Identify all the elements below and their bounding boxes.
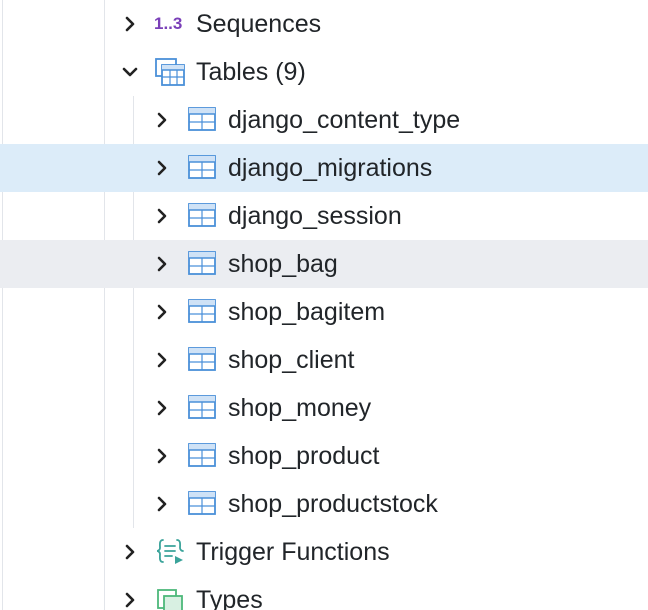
table-icon — [188, 203, 216, 227]
tree-node-label: shop_bag — [228, 250, 338, 278]
chevron-right-icon[interactable] — [152, 110, 172, 130]
tree-node-table[interactable]: django_migrations — [0, 144, 648, 192]
tree-node-label: django_migrations — [228, 154, 433, 182]
tree-node-table[interactable]: shop_client — [0, 336, 648, 384]
tree-node-label: shop_money — [228, 394, 372, 422]
chevron-right-icon[interactable] — [152, 446, 172, 466]
tree-node-label: shop_productstock — [228, 490, 438, 518]
tree-node-label: django_content_type — [228, 106, 461, 134]
tree-node-label: Trigger Functions — [196, 538, 390, 566]
table-icon — [188, 155, 216, 179]
tree-node-table[interactable]: django_content_type — [0, 96, 648, 144]
tree-node-sequences[interactable]: 1..3 Sequences — [0, 0, 648, 48]
table-icon — [188, 443, 216, 467]
chevron-right-icon[interactable] — [120, 590, 140, 610]
tree-node-label: Tables (9) — [196, 58, 306, 86]
tree-node-table[interactable]: shop_product — [0, 432, 648, 480]
chevron-right-icon[interactable] — [152, 254, 172, 274]
chevron-right-icon[interactable] — [152, 350, 172, 370]
tree-node-label: Sequences — [196, 10, 322, 38]
chevron-right-icon[interactable] — [120, 14, 140, 34]
chevron-right-icon[interactable] — [152, 494, 172, 514]
tree-node-table[interactable]: shop_bag — [0, 240, 648, 288]
table-icon — [188, 251, 216, 275]
tree-node-trigger-functions[interactable]: Trigger Functions — [0, 528, 648, 576]
chevron-down-icon[interactable] — [120, 62, 140, 82]
tree-node-label: shop_product — [228, 442, 380, 470]
chevron-right-icon[interactable] — [152, 398, 172, 418]
chevron-right-icon[interactable] — [152, 206, 172, 226]
chevron-right-icon[interactable] — [152, 158, 172, 178]
tree-node-table[interactable]: shop_money — [0, 384, 648, 432]
tree-node-table[interactable]: shop_bagitem — [0, 288, 648, 336]
table-icon — [188, 107, 216, 131]
tree-node-table[interactable]: shop_productstock — [0, 480, 648, 528]
tables-icon — [155, 58, 185, 86]
sequences-icon: 1..3 — [154, 14, 183, 33]
tree-node-label: shop_client — [228, 346, 355, 374]
chevron-right-icon[interactable] — [152, 302, 172, 322]
tree-node-table[interactable]: django_session — [0, 192, 648, 240]
trigger-functions-icon — [156, 539, 184, 564]
chevron-right-icon[interactable] — [120, 542, 140, 562]
table-icon — [188, 347, 216, 371]
tree-node-label: django_session — [228, 202, 402, 230]
tree-node-label: shop_bagitem — [228, 298, 386, 326]
table-icon — [188, 299, 216, 323]
table-icon — [188, 491, 216, 515]
tree-node-tables[interactable]: Tables (9) — [0, 48, 648, 96]
object-explorer-tree: 1..3 Sequences Tables (9) django_content… — [0, 0, 648, 610]
tree-node-types[interactable]: Types — [0, 576, 648, 610]
table-icon — [188, 395, 216, 419]
tree-node-label: Types — [196, 586, 263, 610]
types-icon — [157, 589, 183, 610]
